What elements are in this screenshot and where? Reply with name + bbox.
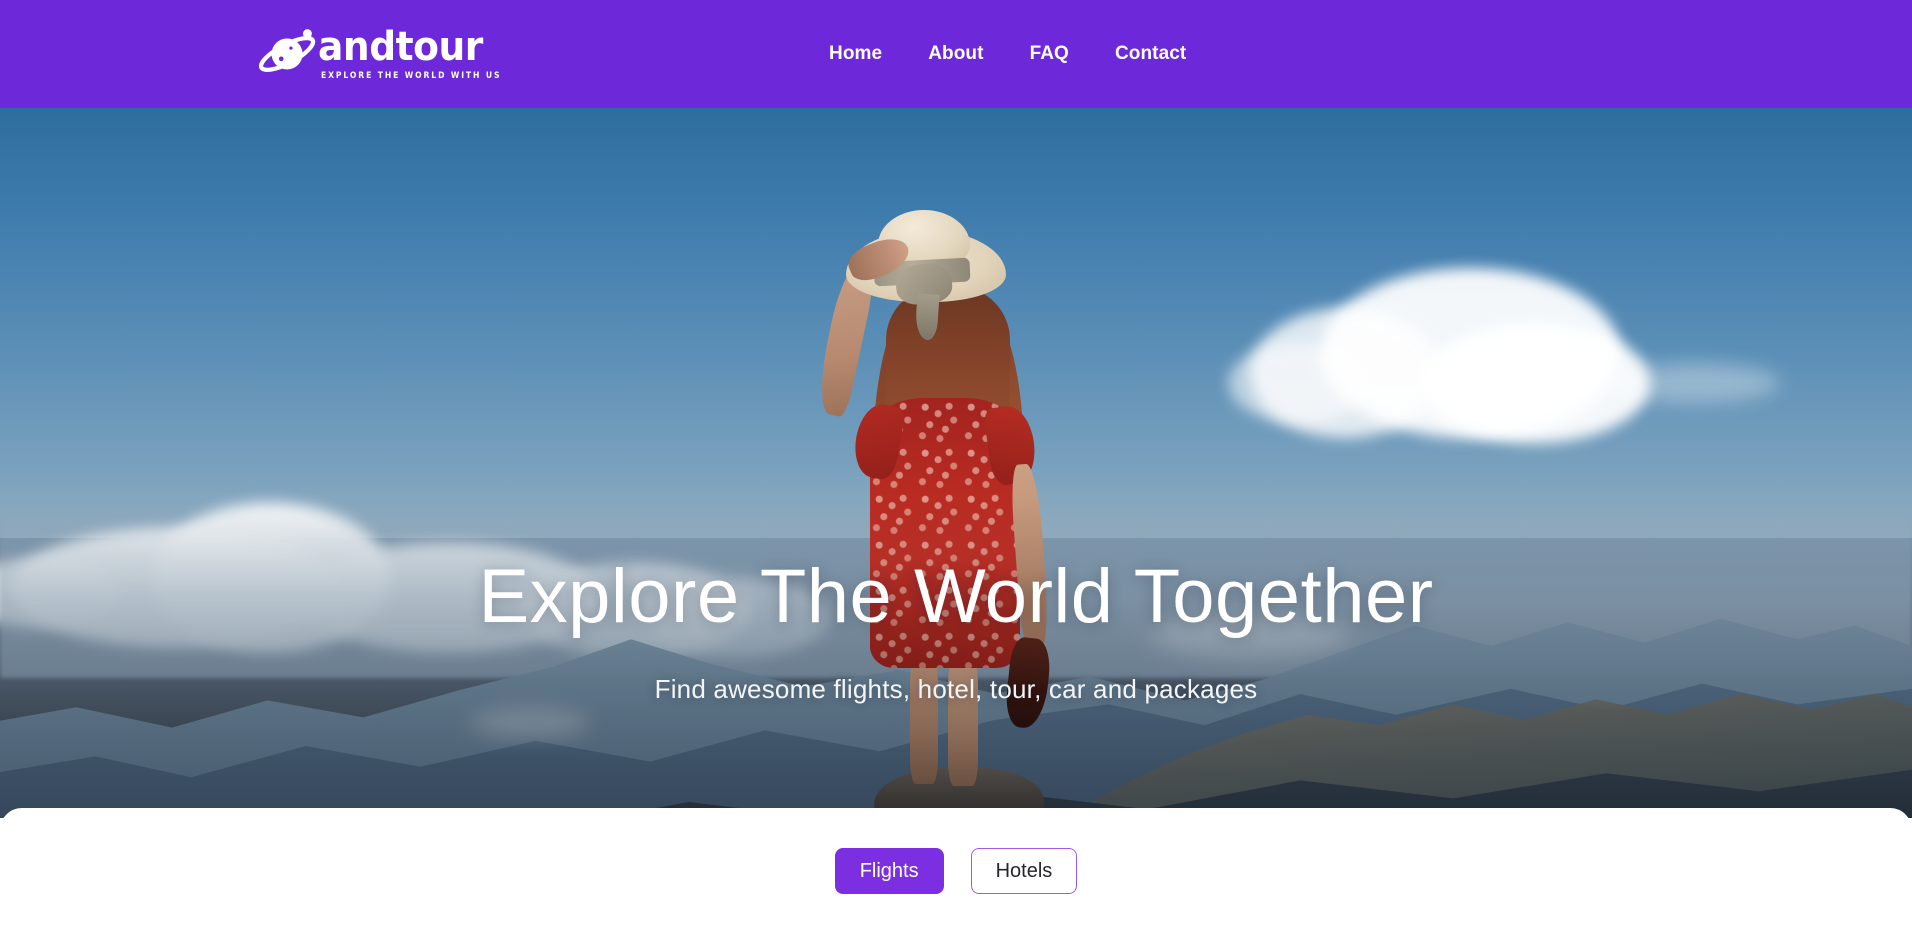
nav-item-about[interactable]: About — [905, 35, 1006, 73]
main-navigation: Home About FAQ Contact — [806, 0, 1209, 108]
cloud-decoration — [1610, 363, 1780, 403]
brand-logo[interactable]: andtour EXPLORE THE WORLD WITH US — [258, 14, 521, 90]
brand-name: andtour — [318, 23, 483, 70]
nav-item-faq[interactable]: FAQ — [1007, 35, 1092, 73]
brand-text: andtour EXPLORE THE WORLD WITH US — [318, 23, 521, 82]
hero-subtitle: Find awesome flights, hotel, tour, car a… — [654, 674, 1258, 704]
cloud-decoration — [1228, 343, 1368, 423]
search-panel: Flights Hotels — [0, 808, 1912, 927]
hero-title: Explore The World Together — [478, 554, 1434, 639]
nav-item-contact[interactable]: Contact — [1092, 35, 1209, 73]
landing-page: andtour EXPLORE THE WORLD WITH US Home A… — [0, 0, 1912, 927]
tab-flights[interactable]: Flights — [834, 848, 944, 894]
site-header: andtour EXPLORE THE WORLD WITH US Home A… — [0, 0, 1912, 108]
saturn-planet-icon — [258, 29, 316, 72]
search-type-tabs: Flights Hotels — [0, 848, 1912, 894]
hero-banner: Explore The World Together Find awesome … — [0, 108, 1912, 818]
cloud-decoration — [470, 708, 590, 738]
nav-item-home[interactable]: Home — [806, 35, 905, 73]
brand-tagline: EXPLORE THE WORLD WITH US — [321, 70, 502, 81]
tab-hotels[interactable]: Hotels — [970, 848, 1078, 894]
